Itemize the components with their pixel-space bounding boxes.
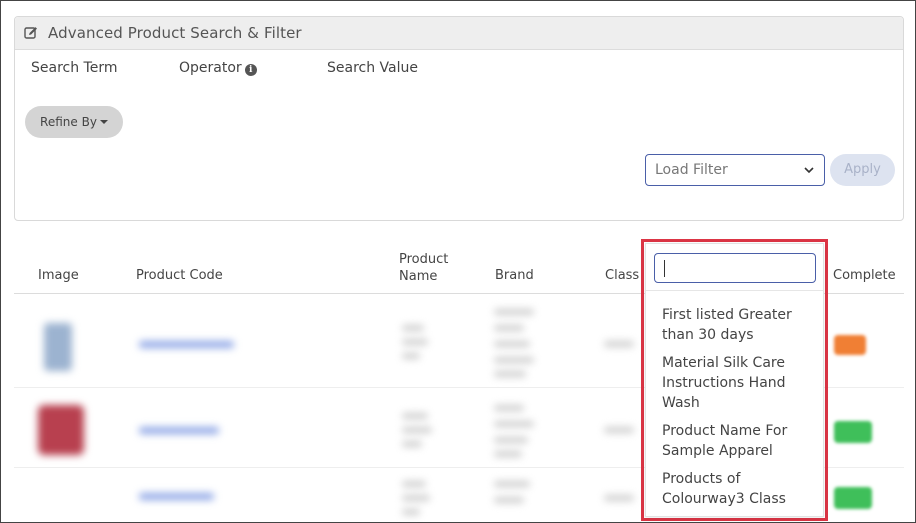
caret-down-icon <box>99 120 108 124</box>
product-code-link[interactable] <box>139 341 234 348</box>
edit-icon <box>24 27 37 39</box>
product-code-link[interactable] <box>139 493 214 500</box>
column-header-product-name[interactable]: Product Name <box>399 251 459 285</box>
text-cursor <box>664 260 665 277</box>
panel-header: Advanced Product Search & Filter <box>15 17 903 50</box>
column-header-complete[interactable]: Complete <box>833 268 896 283</box>
search-value-label: Search Value <box>327 60 418 76</box>
blurred-text <box>494 341 530 347</box>
blurred-text <box>402 481 426 487</box>
product-thumbnail[interactable] <box>44 323 72 371</box>
apply-button[interactable]: Apply <box>830 154 895 186</box>
blurred-text <box>402 495 430 501</box>
blurred-text <box>402 509 420 515</box>
column-header-product-code[interactable]: Product Code <box>136 268 223 283</box>
blurred-text <box>494 309 534 315</box>
column-header-image: Image <box>38 268 79 283</box>
blurred-text <box>402 441 422 447</box>
blurred-text <box>494 325 524 331</box>
status-badge <box>834 487 872 509</box>
blurred-text <box>494 437 528 443</box>
column-header-brand[interactable]: Brand <box>495 268 534 283</box>
blurred-text <box>604 427 634 433</box>
blurred-text <box>494 481 530 487</box>
load-filter-placeholder: Load Filter <box>655 162 728 178</box>
product-code-link[interactable] <box>139 427 219 434</box>
refine-by-button[interactable]: Refine By <box>25 106 123 138</box>
dropdown-option[interactable]: Products of Colourway3 Class <box>662 469 812 509</box>
dropdown-divider <box>646 290 823 291</box>
refine-by-label: Refine By <box>40 115 97 129</box>
column-header-class[interactable]: Class <box>605 268 639 283</box>
status-badge <box>834 421 872 443</box>
info-icon[interactable]: i <box>244 64 257 76</box>
blurred-text <box>494 451 522 457</box>
blurred-text <box>402 353 420 359</box>
blurred-text <box>402 413 428 419</box>
blurred-text <box>402 325 424 331</box>
blurred-text <box>494 497 524 503</box>
product-name-header-text: Product Name <box>399 252 449 284</box>
blurred-text <box>604 341 634 347</box>
operator-label: Operator i <box>179 60 257 76</box>
dropdown-option[interactable]: Material Silk Care Instructions Hand Was… <box>662 353 812 413</box>
dropdown-option[interactable]: Product Name For Sample Apparel <box>662 421 812 461</box>
search-term-label: Search Term <box>31 60 118 76</box>
dropdown-option[interactable]: First listed Greater than 30 days <box>662 305 812 345</box>
blurred-text <box>402 339 428 345</box>
blurred-text <box>494 421 534 427</box>
load-filter-select[interactable]: Load Filter <box>645 154 825 186</box>
blurred-text <box>494 357 534 363</box>
status-badge <box>834 335 866 355</box>
operator-label-text: Operator <box>179 60 242 76</box>
blurred-text <box>604 495 634 501</box>
blurred-text <box>494 405 524 411</box>
chevron-down-icon <box>804 167 814 174</box>
blurred-text <box>494 371 526 377</box>
dropdown-search-input[interactable] <box>654 253 816 283</box>
product-thumbnail[interactable] <box>38 405 84 455</box>
panel-title: Advanced Product Search & Filter <box>48 24 302 42</box>
blurred-text <box>402 427 432 433</box>
advanced-search-panel: Advanced Product Search & Filter Search … <box>14 16 904 221</box>
load-filter-dropdown: First listed Greater than 30 days Materi… <box>645 243 824 517</box>
